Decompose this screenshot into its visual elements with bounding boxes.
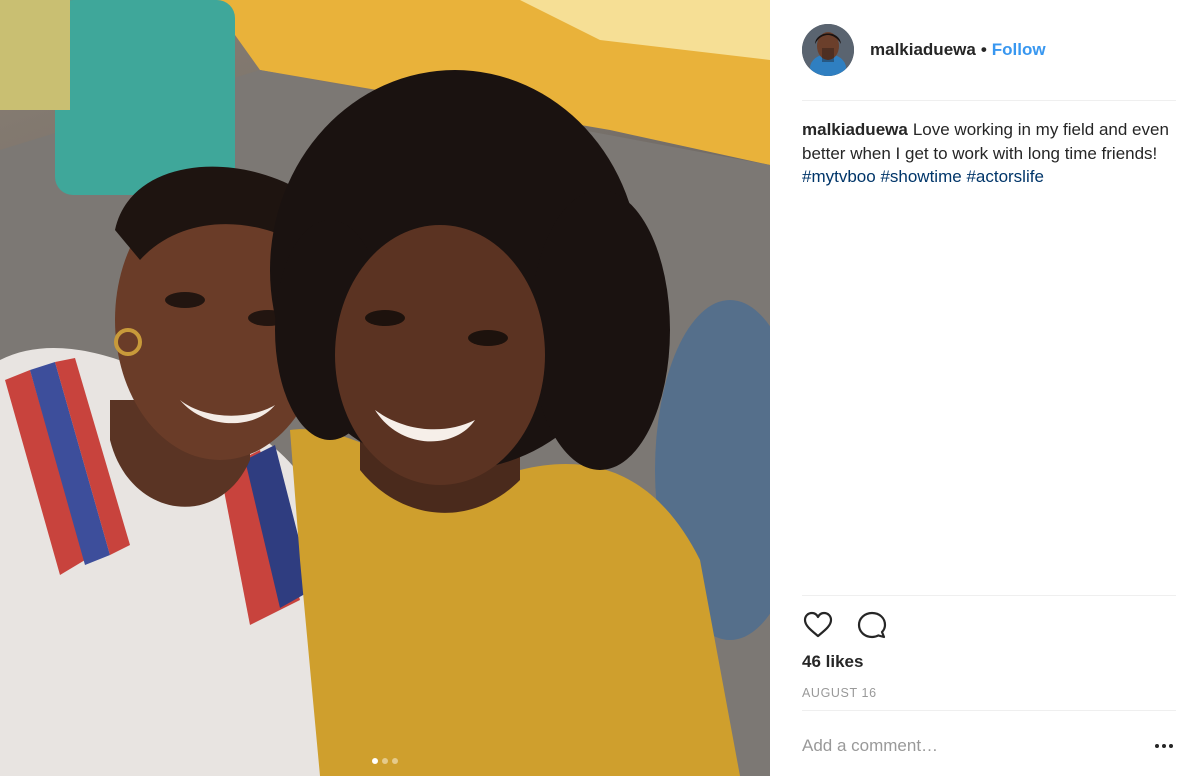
post-caption: malkiaduewa Love working in my field and …: [802, 118, 1176, 189]
caption-username[interactable]: malkiaduewa: [802, 120, 908, 139]
avatar-image: [802, 24, 854, 76]
follow-button[interactable]: Follow: [992, 40, 1046, 60]
post-actions: [802, 609, 888, 641]
teal-figure: [55, 0, 235, 195]
avatar[interactable]: [802, 24, 854, 76]
header-separator: •: [980, 40, 987, 59]
hashtag-link[interactable]: #actorslife: [966, 167, 1043, 186]
post-header: malkiaduewa • Follow: [802, 24, 1176, 76]
more-options-icon[interactable]: [1152, 734, 1176, 758]
comment-row: [802, 728, 1176, 764]
divider: [802, 710, 1176, 711]
post-side-panel: malkiaduewa • Follow malkiaduewa Love wor…: [770, 0, 1200, 776]
comment-input[interactable]: [802, 736, 1132, 756]
right-face: [335, 225, 545, 485]
carousel-dot[interactable]: [382, 758, 388, 764]
likes-count[interactable]: 46 likes: [802, 652, 863, 672]
divider: [802, 595, 1176, 596]
header-user-line: malkiaduewa • Follow: [870, 40, 1046, 60]
divider: [802, 100, 1176, 101]
carousel-indicator[interactable]: [0, 758, 770, 764]
carousel-dot[interactable]: [392, 758, 398, 764]
carousel-dot[interactable]: [372, 758, 378, 764]
header-username[interactable]: malkiaduewa: [870, 40, 976, 60]
post-date[interactable]: AUGUST 16: [802, 686, 877, 700]
yellow-figure: [0, 0, 70, 110]
heart-icon[interactable]: [802, 609, 834, 641]
hashtag-link[interactable]: #mytvboo: [802, 167, 876, 186]
post-photo[interactable]: [0, 0, 770, 776]
selfie-photo: [0, 0, 770, 776]
hashtag-link[interactable]: #showtime: [880, 167, 961, 186]
comment-bubble-icon[interactable]: [856, 609, 888, 641]
